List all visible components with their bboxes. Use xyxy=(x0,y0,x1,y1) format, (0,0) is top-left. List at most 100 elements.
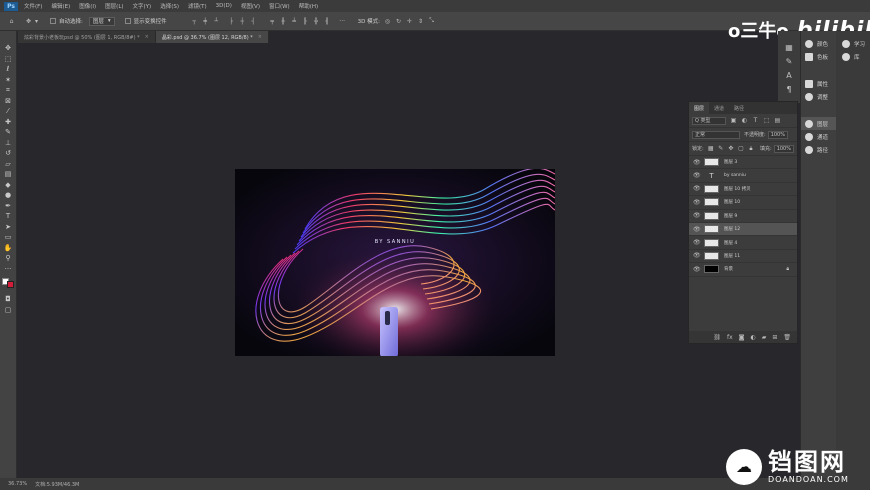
healing-brush-icon[interactable]: ✚ xyxy=(3,117,14,128)
tab-paths[interactable]: 路径 xyxy=(729,102,749,114)
type-tool-icon[interactable]: T xyxy=(3,211,14,222)
layer-thumbnail[interactable] xyxy=(704,265,719,274)
panel-button-learn[interactable]: 学习 xyxy=(842,37,870,50)
layer-thumbnail[interactable] xyxy=(704,238,719,247)
align-hcenter-icon[interactable]: ┼ xyxy=(239,18,246,25)
distribute-hcenter-icon[interactable]: ╬ xyxy=(313,18,320,25)
3d-slide-icon[interactable]: ⇕ xyxy=(417,18,424,25)
lock-image-icon[interactable]: ✎ xyxy=(718,145,724,152)
distribute-bottom-icon[interactable]: ╧ xyxy=(291,18,298,25)
layer-row[interactable]: 👁︎ 图层 10 xyxy=(689,196,797,210)
history-brush-icon[interactable]: ↺ xyxy=(3,148,14,159)
visibility-eye-icon[interactable]: 👁︎ xyxy=(693,172,701,179)
menu-select[interactable]: 选择(S) xyxy=(160,2,179,10)
history-panel-icon[interactable]: ▦ xyxy=(783,41,795,53)
color-swatches[interactable] xyxy=(2,278,14,288)
pixel-filter-icon[interactable]: ▣ xyxy=(730,117,737,124)
menu-filter[interactable]: 滤镜(T) xyxy=(188,2,207,10)
distribute-left-icon[interactable]: ╟ xyxy=(302,18,309,25)
text-layer-icon[interactable]: T xyxy=(704,172,719,180)
dodge-tool-icon[interactable]: ● xyxy=(3,190,14,201)
quick-mask-icon[interactable]: ◘ xyxy=(3,294,14,305)
layer-row[interactable]: 👁︎ 背景 🔒︎ xyxy=(689,263,797,277)
layer-thumbnail[interactable] xyxy=(704,158,719,167)
close-icon[interactable]: × xyxy=(145,34,149,40)
menu-view[interactable]: 视图(V) xyxy=(241,2,260,10)
layer-row[interactable]: 👁︎ 图层 12 xyxy=(689,222,797,237)
distribute-vcenter-icon[interactable]: ╫ xyxy=(280,18,287,25)
new-layer-icon[interactable]: ⊞ xyxy=(772,334,777,341)
panel-button-properties[interactable]: 属性 xyxy=(805,77,836,90)
eraser-icon[interactable]: ▱ xyxy=(3,159,14,170)
frame-tool-icon[interactable]: ⊠ xyxy=(3,96,14,107)
layer-row[interactable]: 👁︎ 图层 4 xyxy=(689,236,797,250)
visibility-eye-icon[interactable]: 👁︎ xyxy=(693,159,701,166)
layer-row[interactable]: 👁︎ Tby sanniu xyxy=(689,169,797,183)
layer-style-icon[interactable]: fx xyxy=(727,334,733,341)
fill-input[interactable]: 100% xyxy=(773,144,794,153)
opacity-input[interactable]: 100% xyxy=(767,130,788,139)
screen-mode-icon[interactable]: ▢ xyxy=(3,305,14,316)
layer-row[interactable]: 👁︎ 图层 10 拷贝 xyxy=(689,183,797,197)
lasso-tool-icon[interactable]: ℓ xyxy=(3,64,14,75)
document-canvas[interactable]: BY SANNIU xyxy=(235,169,555,356)
background-color-swatch[interactable] xyxy=(7,281,14,288)
layer-name[interactable]: 图层 10 xyxy=(724,199,740,205)
clone-stamp-icon[interactable]: ⊥ xyxy=(3,138,14,149)
lock-transparent-icon[interactable]: ▦ xyxy=(708,145,714,152)
layer-name[interactable]: by sanniu xyxy=(724,173,746,178)
layer-thumbnail[interactable] xyxy=(704,198,719,207)
move-tool-icon[interactable]: ✥ xyxy=(25,18,32,25)
link-layers-icon[interactable]: ⛓ xyxy=(713,334,721,341)
more-tools-icon[interactable]: ··· xyxy=(3,264,14,275)
panel-button-swatches[interactable]: 色板 xyxy=(805,50,836,63)
layer-thumbnail[interactable] xyxy=(704,225,719,234)
shape-filter-icon[interactable]: ⬚ xyxy=(763,117,770,124)
lock-position-icon[interactable]: ✥ xyxy=(728,145,734,152)
new-group-icon[interactable]: ▰ xyxy=(762,334,767,341)
checkbox-icon[interactable] xyxy=(124,18,131,24)
adjustment-filter-icon[interactable]: ◐ xyxy=(741,117,748,124)
paragraph-panel-icon[interactable]: ¶ xyxy=(783,83,795,95)
eyedropper-icon[interactable]: ⁄ xyxy=(3,106,14,117)
blur-tool-icon[interactable]: ◆ xyxy=(3,180,14,191)
3d-scale-icon[interactable]: ⤡ xyxy=(428,17,435,25)
auto-select-dropdown[interactable]: 图层 ▾ xyxy=(88,16,115,26)
adjustment-layer-icon[interactable]: ◐ xyxy=(750,334,755,341)
blend-mode-dropdown[interactable]: 正常 xyxy=(692,130,740,139)
type-filter-icon[interactable]: T xyxy=(752,117,759,124)
brush-tool-icon[interactable]: ✎ xyxy=(3,127,14,138)
visibility-eye-icon[interactable]: 👁︎ xyxy=(693,266,701,273)
3d-orbit-icon[interactable]: ◎ xyxy=(384,18,391,25)
visibility-eye-icon[interactable]: 👁︎ xyxy=(693,226,701,233)
distribute-right-icon[interactable]: ╢ xyxy=(324,18,331,25)
align-top-icon[interactable]: ┬ xyxy=(191,18,198,25)
home-icon[interactable]: ⌂ xyxy=(8,18,15,25)
distribute-top-icon[interactable]: ╤ xyxy=(269,18,276,25)
visibility-eye-icon[interactable]: 👁︎ xyxy=(693,252,701,259)
3d-roll-icon[interactable]: ↻ xyxy=(395,18,402,25)
menu-window[interactable]: 窗口(W) xyxy=(269,2,290,10)
menu-file[interactable]: 文件(F) xyxy=(24,2,42,10)
layer-name[interactable]: 图层 11 xyxy=(724,253,740,259)
layer-name[interactable]: 背景 xyxy=(724,266,733,272)
layer-thumbnail[interactable] xyxy=(704,184,719,193)
chevron-down-icon[interactable]: ▾ xyxy=(33,18,40,25)
panel-button-paths[interactable]: 路径 xyxy=(805,143,836,156)
show-transform-checkbox[interactable]: 显示变换控件 xyxy=(124,16,167,27)
character-panel-icon[interactable]: A xyxy=(783,69,795,81)
more-options-icon[interactable]: ··· xyxy=(339,18,346,25)
brush-settings-icon[interactable]: ✎ xyxy=(783,55,795,67)
close-icon[interactable]: × xyxy=(258,34,262,40)
menu-image[interactable]: 图像(I) xyxy=(79,2,96,10)
visibility-eye-icon[interactable]: 👁︎ xyxy=(693,239,701,246)
layer-name[interactable]: 图层 9 xyxy=(724,213,737,219)
layer-row[interactable]: 👁︎ 图层 11 xyxy=(689,250,797,264)
layer-name[interactable]: 图层 4 xyxy=(724,240,737,246)
checkbox-icon[interactable] xyxy=(50,18,56,24)
rectangle-tool-icon[interactable]: ▭ xyxy=(3,232,14,243)
menu-type[interactable]: 文字(Y) xyxy=(133,2,152,10)
document-info[interactable]: 文档:5.93M/46.3M xyxy=(35,481,79,488)
move-tool-icon[interactable]: ✥ xyxy=(3,43,14,54)
tab-document-2[interactable]: 晶彩.psd @ 36.7% (图层 12, RGB/8) * × xyxy=(155,31,269,43)
